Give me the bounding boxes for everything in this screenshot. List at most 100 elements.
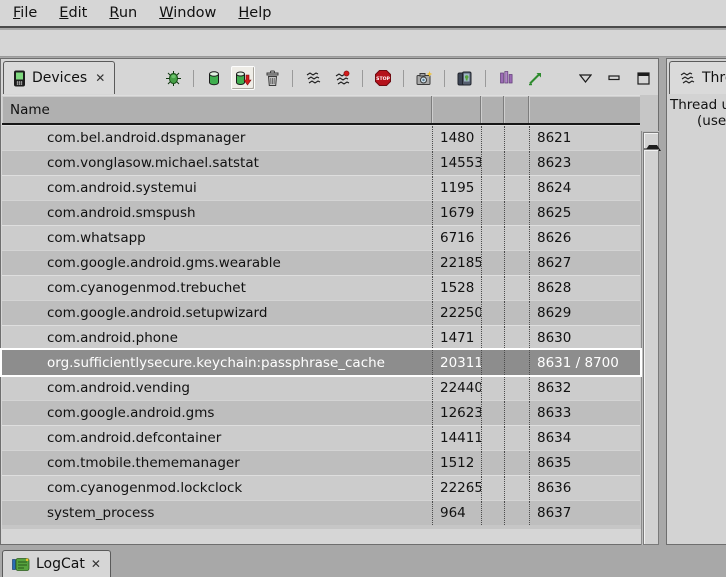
empty-cell [504, 251, 529, 275]
logcat-icon [12, 557, 30, 572]
table-row[interactable]: com.google.android.gms.wearable221858627 [2, 250, 640, 275]
menu-file[interactable]: File [2, 1, 48, 25]
empty-cell [504, 501, 529, 525]
stop-process-icon[interactable]: STOP [372, 67, 394, 89]
table-row[interactable]: com.android.defcontainer144118634 [2, 425, 640, 450]
table-row[interactable]: com.bel.android.dspmanager14808621 [2, 125, 640, 150]
table-row[interactable]: com.android.phone14718630 [2, 325, 640, 350]
process-name-cell: com.android.systemui [2, 176, 432, 200]
tab-devices-close-icon[interactable]: ✕ [95, 71, 105, 85]
bottom-panel: LogCat ✕ [0, 545, 726, 577]
dump-hprof-icon[interactable] [232, 67, 254, 89]
devices-toolbar: STOP [162, 65, 654, 91]
pid-cell: 1471 [432, 326, 481, 350]
pid-cell: 6716 [432, 226, 481, 250]
table-row[interactable]: system_process9648637 [2, 500, 640, 525]
table-row[interactable]: com.cyanogenmod.trebuchet1528 8628 [2, 275, 640, 300]
table-body: com.bel.android.dspmanager14808621com.vo… [2, 125, 640, 525]
pid-cell: 12623 [432, 401, 481, 425]
device-capture-icon[interactable] [454, 67, 476, 89]
empty-cell [481, 501, 504, 525]
threads-message: Thread updates not enabled for selected … [670, 97, 726, 129]
port-cell: 8624 [529, 176, 640, 200]
empty-cell [504, 401, 529, 425]
scroll-up-button[interactable] [643, 132, 659, 149]
phone-icon [13, 70, 26, 87]
port-cell: 8625 [529, 201, 640, 225]
column-header-name[interactable]: Name [2, 96, 432, 123]
svg-text:STOP: STOP [376, 76, 390, 82]
column-header-pid[interactable] [432, 96, 481, 123]
process-name-cell: com.google.android.setupwizard [2, 301, 432, 325]
vertical-scroll-thumb[interactable] [643, 149, 659, 545]
view-menu-icon[interactable] [574, 67, 596, 89]
table-row[interactable]: com.tmobile.thememanager15128635 [2, 450, 640, 475]
empty-cell [504, 226, 529, 250]
column-header-port[interactable] [529, 96, 640, 123]
screen-capture-icon[interactable] [413, 67, 435, 89]
table-row[interactable]: com.whatsapp67168626 [2, 225, 640, 250]
process-name-cell: com.cyanogenmod.lockclock [2, 476, 432, 500]
toolbar-separator [403, 70, 404, 87]
threads-panel: Threads Thread updates not enabled for s… [666, 58, 726, 545]
empty-cell [504, 426, 529, 450]
menu-window[interactable]: Window [148, 1, 227, 25]
tab-threads[interactable]: Threads [669, 61, 726, 94]
process-name-cell: com.android.smspush [2, 201, 432, 225]
port-cell: 8629 [529, 301, 640, 325]
empty-cell [504, 201, 529, 225]
minimize-icon[interactable] [603, 67, 625, 89]
process-name-cell: com.cyanogenmod.trebuchet [2, 276, 432, 300]
port-cell: 8628 [529, 276, 640, 300]
systrace-icon[interactable] [524, 67, 546, 89]
table-row[interactable]: com.google.android.setupwizard22250 8629 [2, 300, 640, 325]
debug-icon[interactable] [162, 67, 184, 89]
process-name-cell: com.google.android.gms [2, 401, 432, 425]
column-header-empty1[interactable] [481, 96, 504, 123]
table-row[interactable]: com.android.systemui11958624 [2, 175, 640, 200]
tab-logcat-close-icon[interactable]: ✕ [91, 557, 101, 571]
table-row[interactable]: com.android.smspush16798625 [2, 200, 640, 225]
pid-cell: 22440 [432, 376, 481, 400]
column-header-empty2[interactable] [504, 96, 529, 123]
vertical-scrollbar[interactable] [641, 131, 659, 565]
cause-gc-icon[interactable] [261, 67, 283, 89]
toolbar-separator [292, 70, 293, 87]
process-name-cell: org.sufficientlysecure.keychain:passphra… [2, 350, 432, 375]
empty-cell [504, 326, 529, 350]
hierarchy-view-icon[interactable] [495, 67, 517, 89]
port-cell: 8635 [529, 451, 640, 475]
empty-cell [481, 151, 504, 175]
start-method-profiling-icon[interactable] [331, 67, 353, 89]
pid-cell: 22250 [432, 301, 481, 325]
pid-cell: 1528 [432, 276, 481, 300]
update-threads-icon[interactable] [302, 67, 324, 89]
table-row[interactable]: com.android.vending224408632 [2, 375, 640, 400]
devices-panel: Devices ✕ [0, 58, 659, 545]
port-cell: 8623 [529, 151, 640, 175]
process-name-cell: com.vonglasow.michael.satstat [2, 151, 432, 175]
maximize-icon[interactable] [632, 67, 654, 89]
threads-icon [679, 70, 696, 87]
tab-logcat[interactable]: LogCat ✕ [2, 550, 111, 577]
table-row[interactable]: com.cyanogenmod.lockclock222658636 [2, 475, 640, 500]
menu-edit[interactable]: Edit [48, 1, 98, 25]
tab-devices-label: Devices [32, 70, 87, 86]
empty-cell [504, 126, 529, 150]
menu-run[interactable]: Run [98, 1, 148, 25]
pid-cell: 14411 [432, 426, 481, 450]
tab-devices[interactable]: Devices ✕ [3, 61, 115, 94]
empty-cell [481, 451, 504, 475]
toolbar-separator [193, 70, 194, 87]
table-row[interactable]: com.vonglasow.michael.satstat145538623 [2, 150, 640, 175]
table-row[interactable]: com.google.android.gms126238633 [2, 400, 640, 425]
pid-cell: 20311 [432, 350, 481, 375]
empty-cell [481, 251, 504, 275]
table-row-selected[interactable]: org.sufficientlysecure.keychain:passphra… [2, 350, 640, 375]
empty-cell [504, 476, 529, 500]
update-heap-icon[interactable] [203, 67, 225, 89]
port-cell: 8627 [529, 251, 640, 275]
threads-tabbar: Threads [667, 59, 726, 95]
empty-cell [504, 350, 529, 375]
menu-help[interactable]: Help [227, 1, 282, 25]
